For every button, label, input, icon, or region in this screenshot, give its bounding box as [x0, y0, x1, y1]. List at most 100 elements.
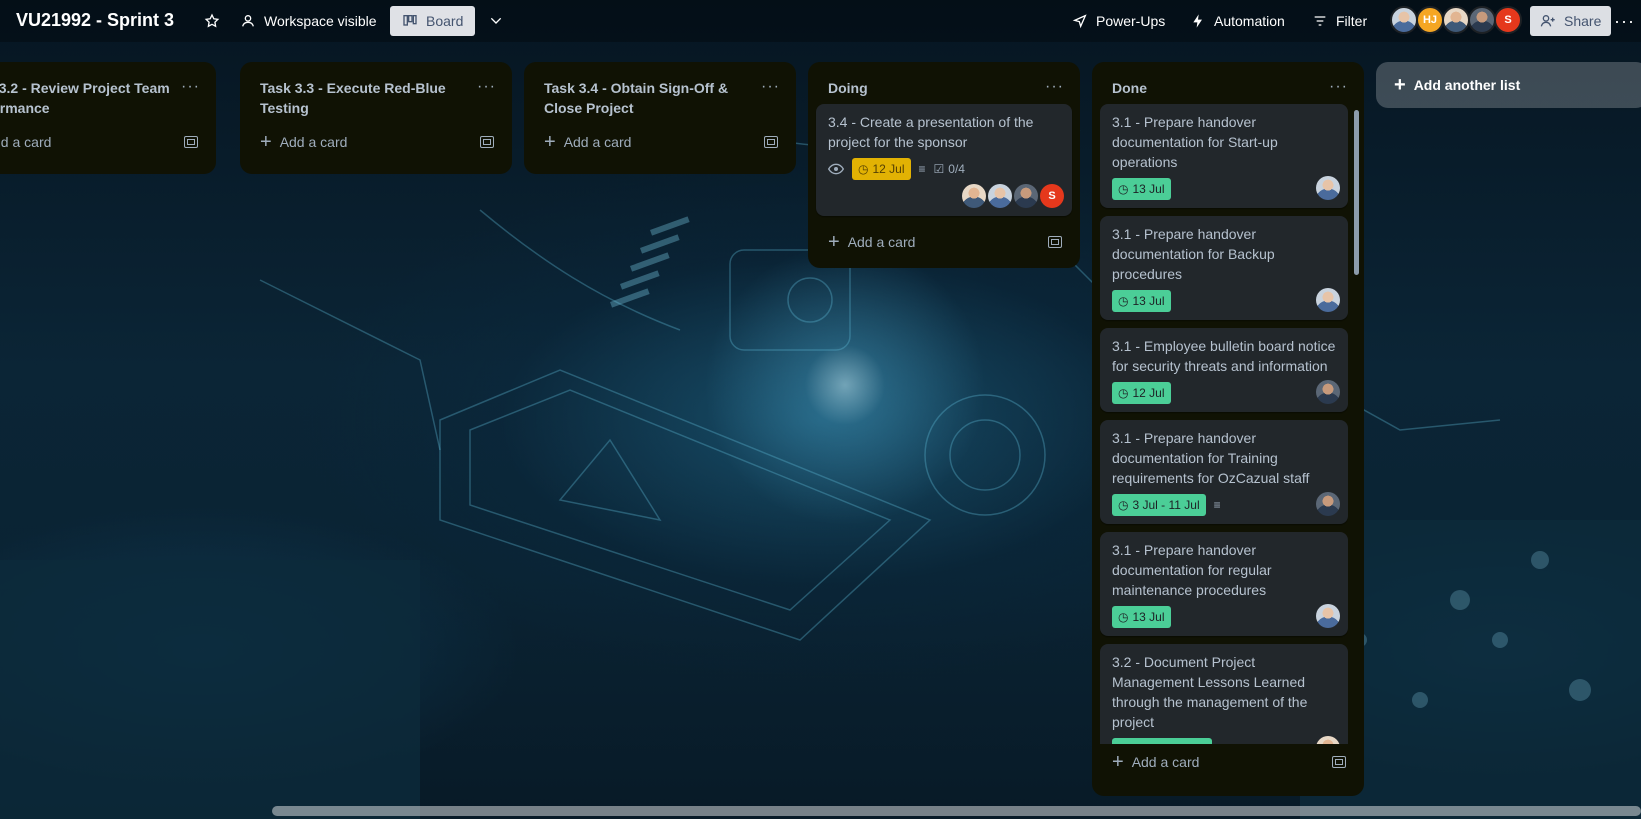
add-card-button[interactable]: +Add a card	[248, 124, 504, 160]
list-menu-icon[interactable]: ···	[477, 78, 496, 96]
add-card-button[interactable]: + Add a card	[1100, 744, 1356, 780]
rocket-icon	[1072, 14, 1087, 29]
list-title[interactable]: Task 3.2 - Review Project Team Performan…	[0, 78, 174, 118]
card-members	[1316, 736, 1340, 744]
due-date-badge[interactable]: ◷ 13 Jul	[1112, 290, 1171, 312]
member-avatar[interactable]	[1316, 176, 1340, 200]
filter-button[interactable]: Filter	[1306, 6, 1373, 36]
card-members	[1316, 492, 1340, 516]
due-date-text: 13 Jul	[1132, 182, 1165, 196]
list-menu-icon[interactable]: ···	[761, 78, 780, 96]
member-avatar[interactable]	[1442, 6, 1470, 34]
automation-label: Automation	[1214, 13, 1285, 29]
due-date-text: 3 Jul - 11 Jul	[1132, 498, 1200, 512]
member-avatar[interactable]	[1316, 288, 1340, 312]
list: Task 3.4 - Obtain Sign-Off & Close Proje…	[524, 62, 796, 174]
member-avatar[interactable]	[1316, 492, 1340, 516]
list-menu-icon[interactable]: ···	[181, 78, 200, 96]
list-title[interactable]: Done	[1112, 78, 1322, 98]
due-date-text: 13 Jul	[1132, 610, 1165, 624]
lightning-icon	[1193, 14, 1202, 28]
template-icon[interactable]	[1332, 756, 1346, 768]
list-header: Task 3.2 - Review Project Team Performan…	[0, 70, 208, 124]
plus-icon: +	[544, 131, 556, 153]
card[interactable]: 3.1 - Prepare handover documentation for…	[1100, 532, 1348, 636]
member-avatar[interactable]	[1014, 184, 1038, 208]
card[interactable]: 3.1 - Prepare handover documentation for…	[1100, 104, 1348, 208]
list: Task 3.3 - Execute Red-Blue Testing ··· …	[240, 62, 512, 174]
board-menu-button[interactable]: ···	[1608, 6, 1641, 36]
card-members: S	[962, 184, 1064, 208]
member-avatar[interactable]	[962, 184, 986, 208]
template-icon[interactable]	[764, 136, 778, 148]
due-date-badge[interactable]: ◷ 13 Jul	[1112, 606, 1171, 628]
clock-icon: ◷	[1118, 294, 1129, 308]
list-header: Doing ···	[816, 70, 1072, 104]
member-avatar[interactable]	[1316, 380, 1340, 404]
due-date-text: 13 Jul	[1132, 294, 1165, 308]
add-card-label: Add a card	[279, 134, 348, 150]
chevron-down-icon	[490, 17, 502, 24]
board-horizontal-scrollbar[interactable]	[272, 806, 1641, 816]
card-badges: ◷ 3 Jul - 11 Jul ≡	[1112, 494, 1336, 516]
done-list-scrollbar[interactable]	[1354, 110, 1359, 275]
add-person-icon	[1540, 15, 1555, 27]
member-avatar[interactable]	[1316, 736, 1340, 744]
member-avatar-s[interactable]: S	[1494, 6, 1522, 34]
member-avatar[interactable]	[1468, 6, 1496, 34]
card-title: 3.4 - Create a presentation of the proje…	[828, 114, 1034, 150]
board-view-button[interactable]: Board	[390, 6, 476, 36]
template-icon[interactable]	[1048, 236, 1062, 248]
member-avatar-s[interactable]: S	[1040, 184, 1064, 208]
card[interactable]: 3.4 - Create a presentation of the proje…	[816, 104, 1072, 216]
card-title: 3.1 - Employee bulletin board notice for…	[1112, 338, 1336, 374]
filter-label: Filter	[1336, 13, 1368, 29]
card[interactable]: 3.2 - Document Project Management Lesson…	[1100, 644, 1348, 744]
card[interactable]: 3.1 - Prepare handover documentation for…	[1100, 420, 1348, 524]
share-button[interactable]: Share	[1530, 6, 1612, 36]
visibility-button[interactable]: Workspace visible	[234, 6, 383, 36]
description-icon: ≡	[1213, 498, 1221, 512]
card-members	[1316, 288, 1340, 312]
board-title[interactable]: VU21992 - Sprint 3	[16, 10, 174, 31]
plus-icon: +	[1394, 73, 1406, 96]
card-badges: ◷ 12 Jul	[1112, 382, 1336, 404]
add-card-button[interactable]: +Add a card	[816, 224, 1072, 260]
power-ups-button[interactable]: Power-Ups	[1066, 6, 1171, 36]
card-title: 3.1 - Prepare handover documentation for…	[1112, 542, 1272, 598]
add-card-button[interactable]: +Add a card	[532, 124, 788, 160]
card[interactable]: 3.1 - Employee bulletin board notice for…	[1100, 328, 1348, 412]
card-title: 3.1 - Prepare handover documentation for…	[1112, 430, 1310, 486]
add-card-label: Add a card	[1131, 754, 1200, 770]
due-date-badge[interactable]: ◷ 12 Jul	[1112, 382, 1171, 404]
list-menu-icon[interactable]: ···	[1045, 78, 1064, 96]
list-header: Done ···	[1100, 70, 1356, 104]
clock-icon: ◷	[1118, 610, 1129, 624]
due-date-badge[interactable]: ◷	[1112, 738, 1212, 744]
visibility-label: Workspace visible	[264, 13, 377, 29]
list-title[interactable]: Doing	[828, 78, 1038, 98]
automation-button[interactable]: Automation	[1184, 6, 1291, 36]
template-icon[interactable]	[184, 136, 198, 148]
list-menu-icon[interactable]: ···	[1329, 78, 1348, 96]
due-date-badge[interactable]: ◷ 12 Jul	[852, 158, 911, 180]
plus-icon: +	[1112, 751, 1124, 773]
checklist-badge: ☑ 0/4	[934, 162, 965, 176]
list-title[interactable]: Task 3.4 - Obtain Sign-Off & Close Proje…	[544, 78, 754, 118]
add-card-button[interactable]: +Add a card	[0, 124, 208, 160]
due-date-badge[interactable]: ◷ 13 Jul	[1112, 178, 1171, 200]
template-icon[interactable]	[480, 136, 494, 148]
card[interactable]: 3.1 - Prepare handover documentation for…	[1100, 216, 1348, 320]
member-avatar[interactable]	[1316, 604, 1340, 628]
card-list-scroll[interactable]: 3.1 - Prepare handover documentation for…	[1100, 104, 1348, 744]
member-avatar[interactable]	[1390, 6, 1418, 34]
member-avatar[interactable]	[988, 184, 1012, 208]
list-title[interactable]: Task 3.3 - Execute Red-Blue Testing	[260, 78, 470, 118]
list-done: Done ··· 3.1 - Prepare handover document…	[1092, 62, 1364, 796]
due-date-badge[interactable]: ◷ 3 Jul - 11 Jul	[1112, 494, 1206, 516]
card-badges: ◷ 12 Jul ≡ ☑ 0/4	[828, 158, 1060, 180]
views-dropdown-button[interactable]	[482, 6, 510, 36]
add-list-button[interactable]: + Add another list	[1376, 62, 1641, 108]
star-button[interactable]	[198, 6, 226, 36]
member-avatar-hj[interactable]: HJ	[1416, 6, 1444, 34]
